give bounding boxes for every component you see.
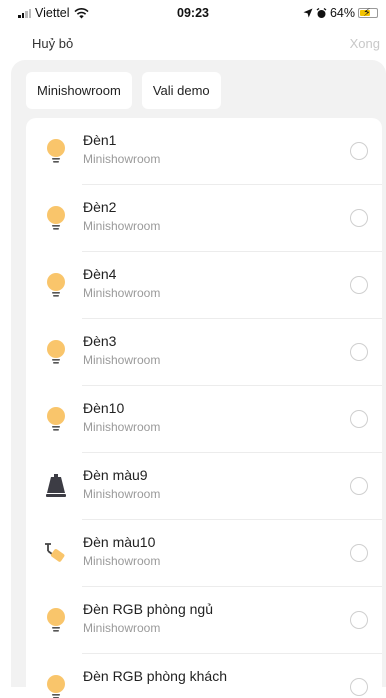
done-button[interactable]: Xong	[350, 36, 380, 51]
bulb-icon	[44, 674, 68, 698]
select-radio[interactable]	[350, 276, 368, 294]
room-chip-vali-demo[interactable]: Vali demo	[141, 72, 221, 109]
select-radio[interactable]	[350, 142, 368, 160]
device-row[interactable]: Đèn2 Minishowroom	[26, 185, 382, 252]
device-row[interactable]: Đèn3 Minishowroom	[26, 319, 382, 386]
bulb-icon	[44, 406, 68, 434]
device-row[interactable]: Đèn RGB phòng khách	[26, 654, 382, 698]
device-room: Minishowroom	[83, 621, 161, 635]
device-row[interactable]: Đèn1 Minishowroom	[26, 118, 382, 185]
select-radio[interactable]	[350, 678, 368, 696]
status-bar: Viettel 09:23 64% ⚡	[0, 0, 386, 26]
battery-icon: ⚡	[358, 7, 378, 19]
select-radio[interactable]	[350, 611, 368, 629]
device-name: Đèn10	[83, 400, 125, 416]
device-row[interactable]: Đèn màu10 Minishowroom	[26, 520, 382, 587]
alarm-icon	[316, 7, 327, 18]
room-filter-chips: Minishowroom Vali demo	[26, 72, 221, 109]
device-row[interactable]: Đèn RGB phòng ngủ Minishowroom	[26, 587, 382, 654]
device-name: Đèn3	[83, 333, 117, 349]
bulb-icon	[44, 339, 68, 367]
room-chip-minishowroom[interactable]: Minishowroom	[26, 72, 132, 109]
select-radio[interactable]	[350, 477, 368, 495]
bulb-icon	[44, 138, 68, 166]
status-right: 64% ⚡	[303, 6, 378, 20]
device-room: Minishowroom	[83, 353, 161, 367]
lamp-shade-icon	[44, 473, 68, 501]
device-row[interactable]: Đèn10 Minishowroom	[26, 386, 382, 453]
location-icon	[303, 8, 313, 18]
select-radio[interactable]	[350, 544, 368, 562]
battery-percent: 64%	[329, 6, 355, 20]
device-name: Đèn màu9	[83, 467, 148, 483]
device-name: Đèn4	[83, 266, 117, 282]
top-bar: Huỷ bỏ Xong	[0, 26, 386, 60]
device-name: Đèn màu10	[83, 534, 156, 550]
bulb-icon	[44, 205, 68, 233]
device-name: Đèn RGB phòng khách	[83, 668, 227, 684]
device-row[interactable]: Đèn màu9 Minishowroom	[26, 453, 382, 520]
bulb-icon	[44, 272, 68, 300]
device-room: Minishowroom	[83, 554, 161, 568]
device-room: Minishowroom	[83, 152, 161, 166]
spotlight-icon	[44, 540, 68, 568]
select-radio[interactable]	[350, 343, 368, 361]
device-name: Đèn RGB phòng ngủ	[83, 601, 213, 617]
device-name: Đèn1	[83, 132, 117, 148]
device-room: Minishowroom	[83, 420, 161, 434]
device-room: Minishowroom	[83, 286, 161, 300]
cancel-button[interactable]: Huỷ bỏ	[32, 36, 73, 51]
device-room: Minishowroom	[83, 219, 161, 233]
device-name: Đèn2	[83, 199, 117, 215]
device-list: Đèn1 Minishowroom Đèn2 Minishowroom Đèn4 Mini…	[26, 118, 382, 698]
select-radio[interactable]	[350, 209, 368, 227]
bulb-icon	[44, 607, 68, 635]
device-row[interactable]: Đèn4 Minishowroom	[26, 252, 382, 319]
charging-bolt-icon: ⚡	[363, 7, 371, 19]
device-room: Minishowroom	[83, 487, 161, 501]
select-radio[interactable]	[350, 410, 368, 428]
device-picker-panel: Minishowroom Vali demo Đèn1 Minishowroom Đ…	[11, 60, 386, 698]
